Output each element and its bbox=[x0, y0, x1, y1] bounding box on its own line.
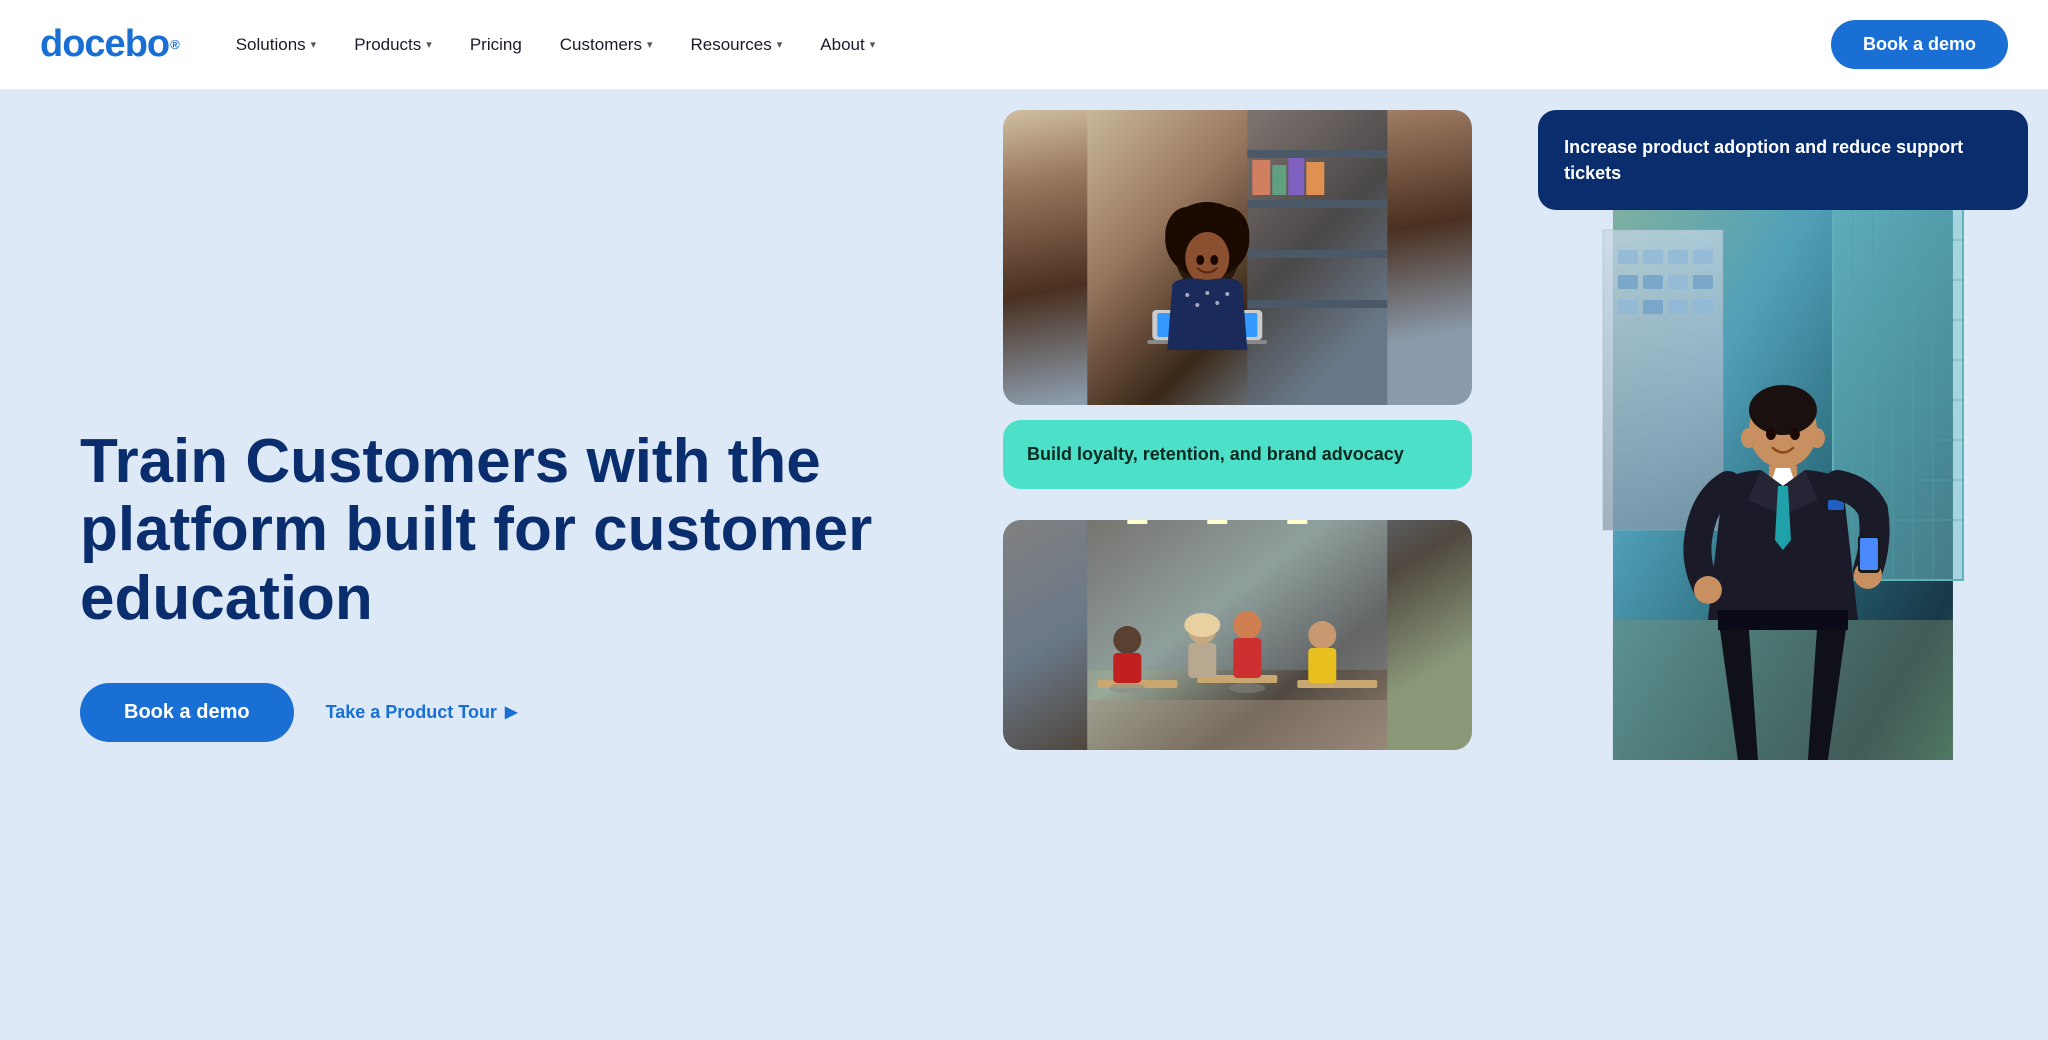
hero-image-office-inner bbox=[1003, 520, 1472, 750]
hero-image-office bbox=[1003, 520, 1472, 750]
hero-left: Train Customers with the platform built … bbox=[0, 90, 983, 1040]
man-illustration bbox=[1538, 200, 2028, 760]
logo-registered: ® bbox=[170, 37, 180, 52]
nav-label-about: About bbox=[820, 35, 864, 55]
nav-label-resources: Resources bbox=[691, 35, 772, 55]
play-icon: ▶ bbox=[505, 702, 517, 722]
nav-links: Solutions ▾ Products ▾ Pricing Customers… bbox=[220, 27, 1831, 63]
teal-card-text: Build loyalty, retention, and brand advo… bbox=[1027, 442, 1448, 467]
nav-item-products[interactable]: Products ▾ bbox=[338, 27, 448, 63]
blue-card-text: Increase product adoption and reduce sup… bbox=[1564, 134, 2002, 186]
nav-book-demo-button[interactable]: Book a demo bbox=[1831, 20, 2008, 69]
chevron-down-icon: ▾ bbox=[426, 38, 432, 51]
nav-item-customers[interactable]: Customers ▾ bbox=[544, 27, 669, 63]
nav-item-solutions[interactable]: Solutions ▾ bbox=[220, 27, 332, 63]
hero-card-blue: Increase product adoption and reduce sup… bbox=[1538, 110, 2028, 210]
hero-product-tour-button[interactable]: Take a Product Tour ▶ bbox=[326, 702, 518, 723]
chevron-down-icon: ▾ bbox=[647, 38, 653, 51]
hero-section: Train Customers with the platform built … bbox=[0, 90, 2048, 1040]
logo-text: docebo bbox=[40, 23, 169, 66]
nav-label-pricing: Pricing bbox=[470, 35, 522, 55]
hero-image-woman-inner bbox=[1003, 110, 1472, 405]
hero-card-teal: Build loyalty, retention, and brand advo… bbox=[1003, 420, 1472, 489]
navbar: docebo® Solutions ▾ Products ▾ Pricing C… bbox=[0, 0, 2048, 90]
hero-image-man bbox=[1538, 200, 2028, 760]
nav-label-solutions: Solutions bbox=[236, 35, 306, 55]
chevron-down-icon: ▾ bbox=[311, 38, 317, 51]
chevron-down-icon: ▾ bbox=[777, 38, 783, 51]
nav-item-resources[interactable]: Resources ▾ bbox=[675, 27, 799, 63]
hero-book-demo-button[interactable]: Book a demo bbox=[80, 683, 294, 742]
hero-image-woman bbox=[1003, 110, 1472, 405]
hero-right: Build loyalty, retention, and brand advo… bbox=[983, 90, 2048, 1040]
woman-illustration bbox=[1003, 110, 1472, 405]
nav-label-products: Products bbox=[354, 35, 421, 55]
hero-buttons: Book a demo Take a Product Tour ▶ bbox=[80, 683, 923, 742]
chevron-down-icon: ▾ bbox=[870, 38, 876, 51]
nav-item-about[interactable]: About ▾ bbox=[804, 27, 891, 63]
office-illustration bbox=[1003, 520, 1472, 750]
tour-label: Take a Product Tour bbox=[326, 702, 497, 723]
nav-label-customers: Customers bbox=[560, 35, 642, 55]
hero-heading: Train Customers with the platform built … bbox=[80, 428, 923, 633]
logo[interactable]: docebo® bbox=[40, 23, 180, 66]
nav-item-pricing[interactable]: Pricing bbox=[454, 27, 538, 63]
